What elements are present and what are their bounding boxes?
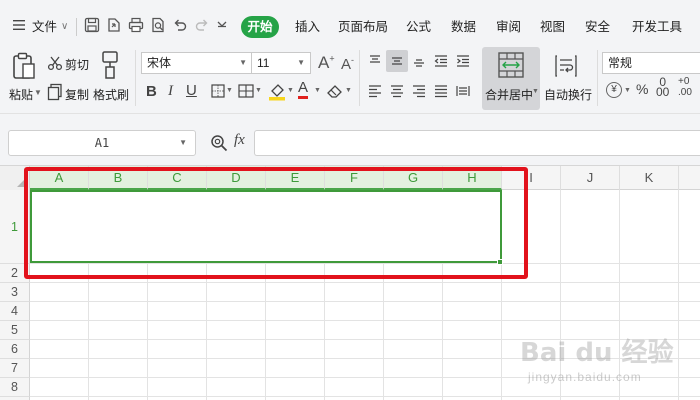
formula-bar: A1 ▼ fx — [0, 114, 700, 166]
tab-view[interactable]: 视图 — [540, 18, 565, 36]
column-header-k[interactable]: K — [620, 166, 679, 190]
row-gridline — [30, 301, 700, 302]
tab-insert[interactable]: 插入 — [295, 18, 320, 36]
paste-button[interactable]: 粘贴 — [9, 86, 33, 103]
font-size-value: 11 — [257, 56, 270, 70]
chevron-down-icon: ▼ — [239, 58, 247, 67]
decrease-font-icon[interactable]: A- — [341, 55, 354, 73]
redo-icon[interactable] — [194, 17, 210, 33]
formula-input[interactable] — [254, 130, 700, 156]
tab-security[interactable]: 安全 — [585, 18, 610, 36]
ribbon-home: 粘贴 ▼ 剪切 复制 格式刷 宋体 ▼ 11 ▼ A+ A- B I U ▼ ▼… — [0, 44, 700, 114]
row-header-3[interactable]: 3 — [0, 283, 30, 302]
font-color-icon[interactable]: A — [298, 80, 309, 99]
distributed-align-icon[interactable] — [456, 84, 470, 98]
undo-icon[interactable] — [172, 17, 188, 33]
scissors-icon[interactable] — [47, 55, 63, 71]
chevron-down-icon[interactable]: ▼ — [34, 88, 42, 97]
more-icon[interactable] — [216, 17, 228, 33]
tab-formulas[interactable]: 公式 — [406, 18, 431, 36]
align-middle-icon — [392, 57, 402, 65]
row-gridline — [30, 320, 700, 321]
save-icon[interactable] — [84, 17, 100, 33]
chevron-down-icon: ▼ — [297, 58, 305, 67]
format-painter-button[interactable]: 格式刷 — [93, 86, 129, 103]
format-painter-icon[interactable] — [100, 50, 120, 80]
border-icon[interactable] — [211, 84, 225, 98]
justify-icon[interactable] — [434, 84, 448, 98]
print-preview-icon[interactable] — [150, 17, 166, 33]
decrease-indent-icon[interactable] — [434, 54, 448, 68]
zoom-search-icon[interactable] — [210, 134, 228, 152]
hamburger-icon[interactable] — [12, 18, 26, 32]
row-header-6[interactable]: 6 — [0, 340, 30, 359]
number-format-value: 常规 — [608, 56, 633, 70]
align-bottom-icon[interactable] — [412, 54, 426, 68]
percent-icon[interactable]: % — [636, 81, 648, 97]
chevron-down-icon[interactable]: ▼ — [624, 87, 631, 94]
tab-page-layout[interactable]: 页面布局 — [338, 18, 388, 36]
thousands-icon[interactable]: 0 00 — [656, 76, 669, 98]
increase-font-icon[interactable]: A+ — [318, 53, 335, 73]
row-header-5[interactable]: 5 — [0, 321, 30, 340]
cut-button[interactable]: 剪切 — [65, 56, 89, 73]
row-gridline — [30, 282, 700, 283]
wrap-text-icon[interactable] — [554, 53, 578, 79]
fill-color-icon[interactable] — [268, 81, 286, 101]
underline-icon[interactable]: U — [186, 82, 197, 99]
currency-icon[interactable]: ¥ — [606, 82, 622, 98]
watermark-brand: Bai du 经验 — [520, 338, 674, 368]
align-top-icon[interactable] — [368, 54, 382, 68]
watermark-url: jingyan.baidu.com — [528, 370, 642, 384]
font-name-value: 宋体 — [147, 56, 172, 70]
chevron-down-icon[interactable]: ▼ — [532, 88, 539, 95]
cell-reference: A1 — [94, 136, 110, 150]
print-icon[interactable] — [128, 17, 144, 33]
name-box[interactable]: A1 ▼ — [8, 130, 196, 156]
function-button[interactable]: fx — [234, 132, 245, 149]
increase-decimal-icon[interactable]: +0.00 — [678, 76, 692, 98]
chevron-down-icon[interactable]: ▼ — [314, 87, 321, 94]
wrap-text-button[interactable]: 自动换行 — [544, 86, 592, 103]
menu-bar: 文件 ∨ 开始 插入 页面布局 公式 数据 审阅 视图 安全 开发工具 — [0, 0, 700, 44]
tab-start[interactable]: 开始 — [241, 16, 279, 38]
tab-data[interactable]: 数据 — [451, 18, 476, 36]
column-header-j[interactable]: J — [561, 166, 620, 190]
cell-border-grid-icon[interactable] — [238, 84, 254, 98]
chevron-down-icon: ▼ — [179, 138, 187, 147]
chevron-down-icon[interactable]: ▼ — [345, 87, 352, 94]
tab-developer[interactable]: 开发工具 — [632, 18, 682, 36]
number-format-select[interactable]: 常规 — [602, 52, 700, 74]
copy-icon[interactable] — [47, 83, 63, 101]
row-header-8[interactable]: 8 — [0, 378, 30, 397]
copy-button[interactable]: 复制 — [65, 86, 89, 103]
row-header-7[interactable]: 7 — [0, 359, 30, 378]
chevron-down-icon[interactable]: ▼ — [287, 87, 294, 94]
font-name-select[interactable]: 宋体 ▼ — [141, 52, 253, 74]
align-left-icon[interactable] — [368, 84, 382, 98]
baidu-watermark: Bai du 经验 jingyan.baidu.com — [520, 326, 690, 396]
merge-center-label: 合并居中 — [485, 88, 534, 102]
align-right-icon[interactable] — [412, 84, 426, 98]
chevron-down-icon[interactable]: ∨ — [61, 18, 68, 36]
increase-indent-icon[interactable] — [456, 54, 470, 68]
paste-icon[interactable] — [12, 52, 36, 80]
spreadsheet-grid[interactable]: ABCDEFGHIJK 123456789 Bai du 经验 jingyan.… — [0, 166, 700, 400]
eraser-icon[interactable] — [326, 83, 344, 99]
fill-color-swatch — [269, 97, 285, 101]
export-icon[interactable] — [106, 17, 122, 33]
align-center-icon[interactable] — [390, 84, 404, 98]
font-size-select[interactable]: 11 ▼ — [251, 52, 311, 74]
row-gridline — [30, 396, 700, 397]
merge-cells-icon — [498, 52, 524, 78]
bold-icon[interactable]: B — [146, 83, 157, 100]
chevron-down-icon[interactable]: ▼ — [226, 87, 233, 94]
italic-icon[interactable]: I — [168, 83, 173, 100]
highlight-annotation — [24, 167, 528, 279]
chevron-down-icon[interactable]: ▼ — [255, 87, 262, 94]
file-menu[interactable]: 文件 — [32, 18, 57, 36]
row-header-4[interactable]: 4 — [0, 302, 30, 321]
tab-review[interactable]: 审阅 — [496, 18, 521, 36]
